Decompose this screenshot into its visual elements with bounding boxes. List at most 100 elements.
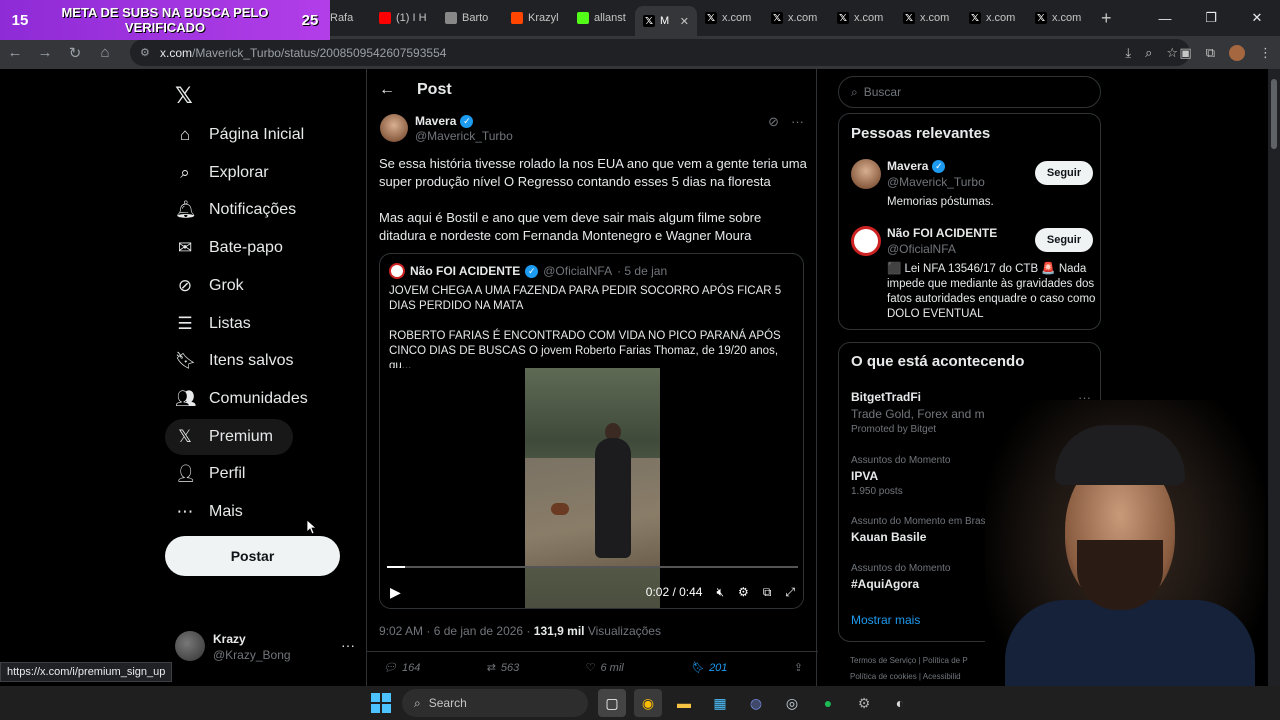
chrome-icon[interactable]: ◉ bbox=[634, 689, 662, 717]
profile-avatar[interactable] bbox=[1229, 44, 1245, 61]
windows-start-icon[interactable] bbox=[371, 693, 391, 713]
nav-item-label: Itens salvos bbox=[209, 352, 294, 370]
url-field[interactable]: ⚙ x.com/Maverick_Turbo/status/2008509542… bbox=[130, 39, 1190, 66]
site-info-icon[interactable]: ⚙ bbox=[140, 46, 160, 59]
browser-tab[interactable]: 𝕏x.com bbox=[961, 3, 1027, 33]
verified-badge-icon: ✓ bbox=[932, 159, 946, 173]
tab-favicon-icon bbox=[379, 12, 391, 24]
browser-tab[interactable]: 𝕏x.com bbox=[763, 3, 829, 33]
discord-icon[interactable]: ◍ bbox=[742, 689, 770, 717]
follow-button[interactable]: Seguir bbox=[1035, 228, 1093, 252]
more-dots-icon[interactable]: ··· bbox=[341, 637, 355, 653]
store-icon[interactable]: ▦ bbox=[706, 689, 734, 717]
follow-button[interactable]: Seguir bbox=[1035, 161, 1093, 185]
fullscreen-icon[interactable]: ⤢ bbox=[785, 585, 795, 600]
tab-favicon-icon bbox=[511, 12, 523, 24]
browser-tabstrip: 15 META DE SUBS NA BUSCA PELO VERIFICADO… bbox=[0, 0, 1280, 40]
steam-icon[interactable]: ◎ bbox=[778, 689, 806, 717]
nav-item-explorar[interactable]: ⌕ Explorar bbox=[165, 155, 279, 191]
back-arrow-icon[interactable]: ← bbox=[379, 81, 395, 99]
browser-tab[interactable]: Barto bbox=[437, 3, 503, 33]
avatar bbox=[851, 226, 881, 256]
video-player[interactable]: ▶ 0:02 / 0:44 🔇︎ ⚙ ⧉ ⤢ bbox=[380, 368, 803, 608]
bookmark-star-icon[interactable]: ☆ bbox=[1166, 45, 1178, 61]
like-button[interactable]: ♡ 6 mil bbox=[586, 661, 624, 675]
search-placeholder: Buscar bbox=[863, 85, 902, 99]
nav-item-premium[interactable]: 𝕏 Premium bbox=[165, 418, 294, 455]
obs-icon[interactable]: ◐ bbox=[886, 689, 914, 717]
reply-button[interactable]: 💬︎ 164 bbox=[383, 661, 420, 675]
browser-tab[interactable]: 𝕏x.com bbox=[697, 3, 763, 33]
nav-item-comunidades[interactable]: 👥︎ Comunidades bbox=[165, 381, 318, 417]
spotify-icon[interactable]: ● bbox=[814, 689, 842, 717]
minimize-icon[interactable]: — bbox=[1142, 0, 1188, 36]
taskbar-search[interactable]: ⌕ Search bbox=[402, 689, 588, 717]
page-scrollbar[interactable] bbox=[1268, 69, 1280, 686]
home-browser-icon[interactable]: ⌂ bbox=[90, 44, 120, 61]
author-name-text: Mavera bbox=[415, 114, 457, 128]
browser-tab[interactable]: 𝕏x.com bbox=[829, 3, 895, 33]
footer-line-2[interactable]: Política de cookies | Acessibilid bbox=[850, 669, 968, 685]
back-icon[interactable]: ← bbox=[0, 44, 30, 61]
play-icon[interactable]: ▶ bbox=[390, 584, 401, 601]
restore-icon[interactable]: ❐ bbox=[1188, 0, 1234, 36]
extensions-puzzle-icon[interactable]: ⧉ bbox=[1206, 45, 1215, 61]
install-app-icon[interactable]: ⤓ bbox=[1125, 45, 1131, 61]
mute-icon[interactable]: 🔇︎ bbox=[716, 585, 724, 600]
new-tab-icon[interactable]: + bbox=[1101, 8, 1112, 29]
quote-paragraph-1: JOVEM CHEGA A UMA FAZENDA PARA PEDIR SOC… bbox=[389, 285, 782, 312]
forward-icon[interactable]: → bbox=[30, 44, 60, 61]
footer-links: Termos de Serviço | Política de P Políti… bbox=[850, 653, 968, 685]
pip-icon[interactable]: ⧉ bbox=[763, 585, 772, 600]
search-input[interactable]: ⌕ Buscar bbox=[838, 76, 1101, 108]
nav-item-listas[interactable]: ☰ Listas bbox=[165, 306, 261, 342]
share-button[interactable]: ⇪ bbox=[794, 661, 803, 674]
bookmark-button[interactable]: 🔖︎ 201 bbox=[690, 661, 727, 675]
tab-close-icon[interactable]: ✕ bbox=[680, 15, 689, 28]
browser-tab[interactable]: (1) I H bbox=[371, 3, 437, 33]
reload-icon[interactable]: ↻ bbox=[60, 44, 90, 62]
grok-icon[interactable]: ⊘ bbox=[768, 114, 779, 130]
task-view-icon[interactable]: ▢ bbox=[598, 689, 626, 717]
author-name[interactable]: Mavera ✓ bbox=[415, 114, 474, 128]
person-card[interactable]: Não FOI ACIDENTE @OficialNFA ⬛ Lei NFA 1… bbox=[851, 226, 1095, 321]
nav-item-perfil[interactable]: 👤︎ Perfil bbox=[165, 456, 255, 492]
author-handle[interactable]: @Maverick_Turbo bbox=[415, 129, 513, 143]
nav-item-bate-papo[interactable]: ✉ Bate-papo bbox=[165, 230, 293, 266]
x-logo-icon[interactable]: 𝕏 bbox=[175, 83, 193, 109]
browser-tab[interactable]: 𝕏 M ✕ bbox=[635, 6, 697, 36]
post-button[interactable]: Postar bbox=[165, 536, 340, 576]
author-avatar[interactable] bbox=[380, 114, 408, 142]
account-switcher[interactable]: Krazy @Krazy_Bong ··· bbox=[175, 631, 355, 665]
nav-item-p-gina-inicial[interactable]: ⌂ Página Inicial bbox=[165, 117, 314, 153]
post-more-icon[interactable]: ··· bbox=[791, 114, 804, 130]
browser-tab[interactable]: 𝕏x.com bbox=[895, 3, 961, 33]
show-more-link[interactable]: Mostrar mais bbox=[851, 613, 920, 627]
bell-icon: 🔔︎ bbox=[175, 200, 197, 220]
repost-button[interactable]: ⇄ 563 bbox=[487, 661, 520, 675]
nav-item-label: Bate-papo bbox=[209, 239, 283, 257]
post-timestamp[interactable]: 9:02 AM · 6 de jan de 2026 · bbox=[379, 624, 530, 638]
footer-line-1[interactable]: Termos de Serviço | Política de P bbox=[850, 653, 968, 669]
quoted-post[interactable]: Não FOI ACIDENTE ✓ @OficialNFA · 5 de ja… bbox=[379, 253, 804, 609]
nav-item-notifica-es[interactable]: 🔔︎ Notificações bbox=[165, 192, 306, 228]
video-progress-bar[interactable] bbox=[387, 566, 798, 568]
menu-dots-icon[interactable]: ⋮ bbox=[1259, 45, 1272, 61]
video-controls: ▶ 0:02 / 0:44 🔇︎ ⚙ ⧉ ⤢ bbox=[390, 582, 795, 602]
browser-tab[interactable]: allanst bbox=[569, 3, 635, 33]
person-card[interactable]: Mavera ✓ @Maverick_Turbo Memorias póstuma… bbox=[851, 159, 1093, 209]
browser-tab[interactable]: 𝕏x.com bbox=[1027, 3, 1093, 33]
file-explorer-icon[interactable]: ▬ bbox=[670, 689, 698, 717]
settings-icon[interactable]: ⚙ bbox=[850, 689, 878, 717]
settings-gear-icon[interactable]: ⚙ bbox=[738, 585, 749, 599]
browser-tab[interactable]: Krazyl bbox=[503, 3, 569, 33]
nav-item-grok[interactable]: ⊘ Grok bbox=[165, 268, 254, 304]
close-window-icon[interactable]: ✕ bbox=[1234, 0, 1280, 36]
zoom-icon[interactable]: ⌕ bbox=[1145, 45, 1152, 61]
verified-badge-icon: ✓ bbox=[460, 114, 474, 128]
nav-item-mais[interactable]: ⋯ Mais bbox=[165, 494, 253, 530]
person-bio: Memorias póstumas. bbox=[887, 196, 994, 208]
search-icon: ⌕ bbox=[180, 162, 190, 182]
extension-icon[interactable]: ▣ bbox=[1179, 45, 1191, 61]
nav-item-itens-salvos[interactable]: 🔖︎ Itens salvos bbox=[165, 343, 303, 379]
